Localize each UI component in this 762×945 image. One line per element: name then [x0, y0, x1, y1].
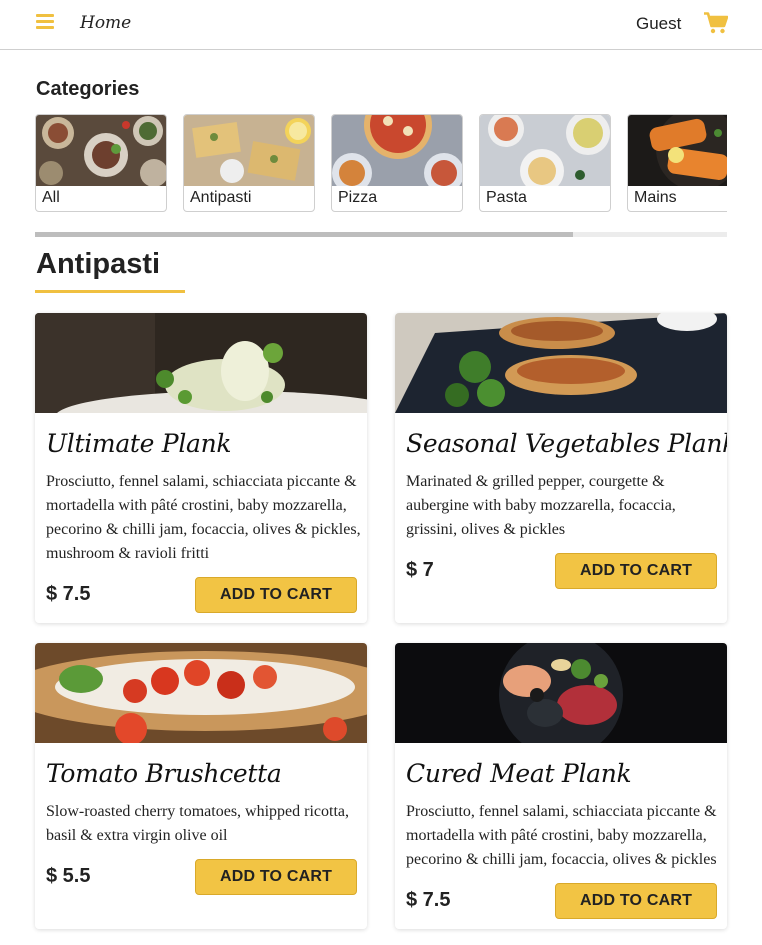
category-image-pizza [332, 115, 462, 186]
product-price: $ 5.5 [46, 865, 91, 887]
category-label: Antipasti [190, 189, 252, 206]
add-to-cart-button[interactable]: ADD TO CART [195, 859, 357, 895]
product-name: Ultimate Plank [46, 429, 232, 458]
product-price: $ 7.5 [406, 889, 451, 911]
product-description: Marinated & grilled pepper, courgette & … [406, 473, 676, 538]
category-image-antipasti [184, 115, 314, 186]
category-image-pasta [480, 115, 610, 186]
add-to-cart-button[interactable]: ADD TO CART [555, 553, 717, 589]
category-scrollbar-thumb[interactable] [35, 232, 573, 237]
product-card: Ultimate Plank Prosciutto, fennel salami… [35, 313, 367, 623]
top-navbar: Home Guest [0, 0, 762, 50]
home-link[interactable]: Home [80, 13, 131, 33]
category-card-pizza[interactable]: Pizza [331, 114, 463, 212]
user-label[interactable]: Guest [636, 14, 681, 34]
product-image-seasonal-vegetables-plank [395, 313, 727, 413]
product-card: Seasonal Vegetables Plank Marinated & gr… [395, 313, 727, 623]
category-card-mains[interactable]: Mains [627, 114, 727, 212]
section-underline [35, 290, 185, 293]
hamburger-menu-icon[interactable] [36, 14, 54, 30]
product-image-tomato-brushcetta [35, 643, 367, 743]
section-title: Antipasti [36, 248, 161, 280]
product-name: Seasonal Vegetables Plank [406, 429, 727, 458]
category-image-all [36, 115, 166, 186]
product-description: Slow-roasted cherry tomatoes, whipped ri… [46, 803, 350, 844]
product-card: Cured Meat Plank Prosciutto, fennel sala… [395, 643, 727, 929]
product-price: $ 7 [406, 559, 434, 581]
category-image-mains [628, 115, 727, 186]
product-description: Prosciutto, fennel salami, schiacciata p… [46, 473, 361, 562]
product-image-cured-meat-plank [395, 643, 727, 743]
product-description: Prosciutto, fennel salami, schiacciata p… [406, 803, 717, 868]
add-to-cart-button[interactable]: ADD TO CART [195, 577, 357, 613]
product-card: Tomato Brushcetta Slow-roasted cherry to… [35, 643, 367, 929]
product-image-ultimate-plank [35, 313, 367, 413]
category-carousel: All Antipasti Pizza Pasta Mains [35, 114, 727, 214]
product-name: Tomato Brushcetta [46, 759, 282, 788]
product-name: Cured Meat Plank [406, 759, 632, 788]
categories-heading: Categories [36, 78, 140, 100]
category-label: Pasta [486, 189, 527, 206]
category-scrollbar[interactable] [35, 232, 727, 237]
category-card-pasta[interactable]: Pasta [479, 114, 611, 212]
product-price: $ 7.5 [46, 583, 91, 605]
category-card-antipasti[interactable]: Antipasti [183, 114, 315, 212]
add-to-cart-button[interactable]: ADD TO CART [555, 883, 717, 919]
category-card-all[interactable]: All [35, 114, 167, 212]
shopping-cart-icon[interactable] [704, 12, 728, 34]
category-label: Pizza [338, 189, 378, 206]
category-label: Mains [634, 189, 677, 206]
category-label: All [42, 189, 60, 206]
